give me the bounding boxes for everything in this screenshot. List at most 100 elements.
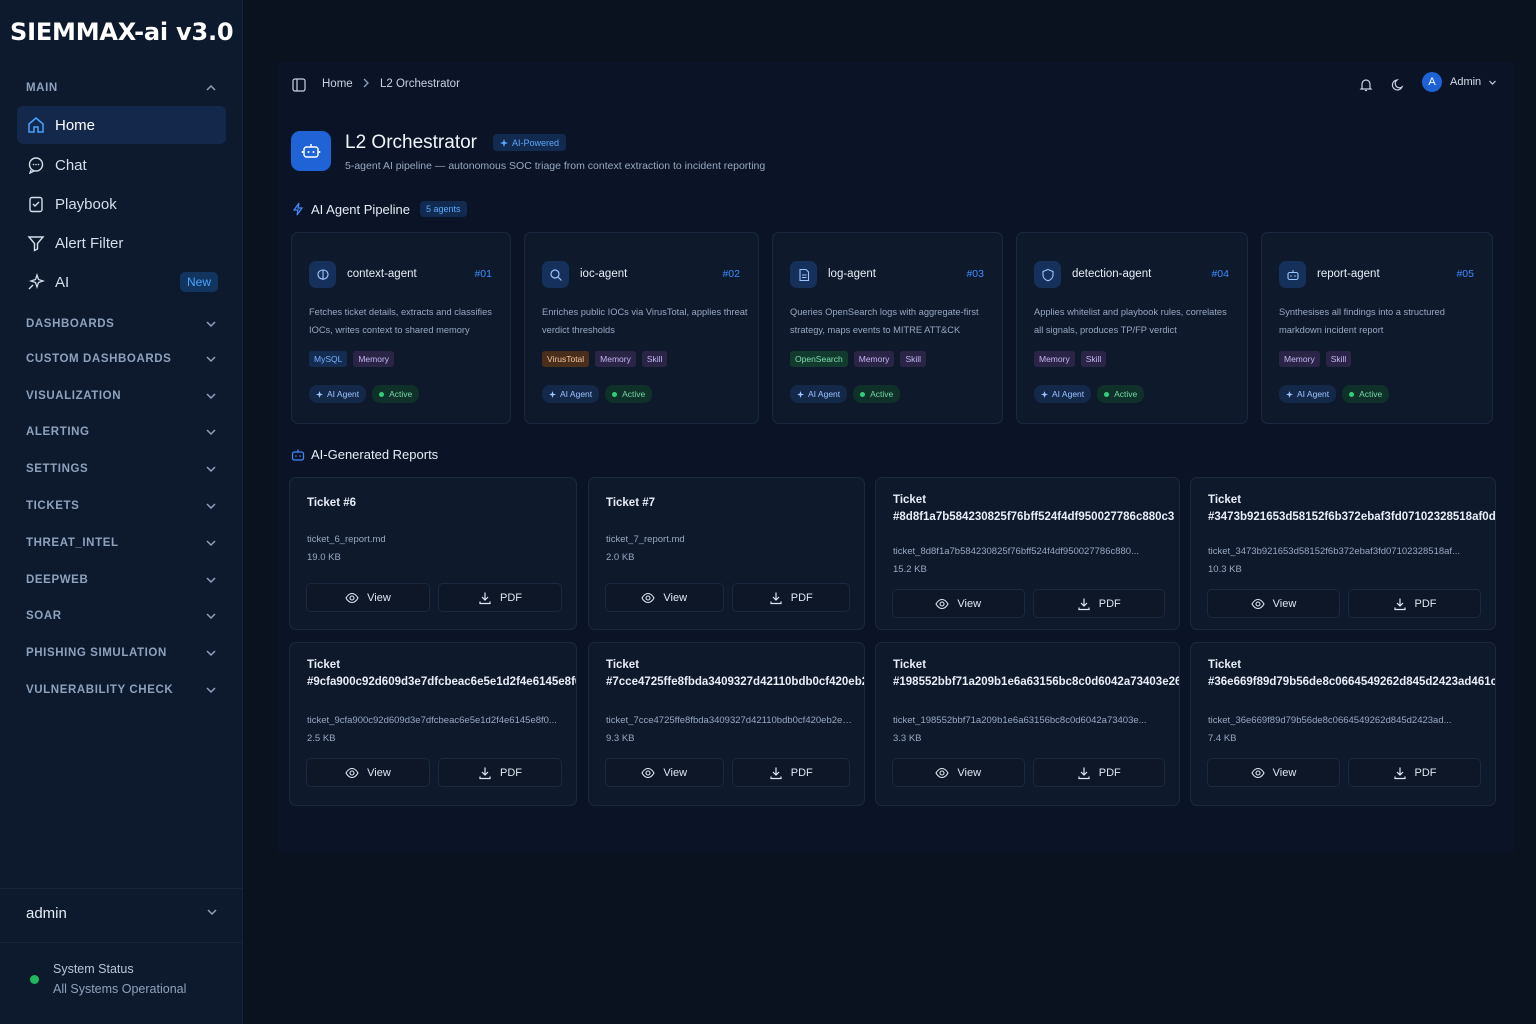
download-icon [769, 591, 783, 605]
view-button-label: View [367, 766, 391, 779]
agent-status-row: AI Agent Active [542, 385, 653, 403]
download-icon [478, 766, 492, 780]
download-pdf-button[interactable]: PDF [438, 583, 562, 612]
reports-section-title: AI-Generated Reports [291, 447, 438, 462]
sidebar-item-ai[interactable]: AI New [17, 263, 226, 301]
bot-icon [1279, 261, 1306, 288]
status-dot [30, 975, 39, 984]
breadcrumb-separator-icon [362, 78, 370, 91]
report-title-line: Ticket [893, 659, 927, 671]
download-pdf-button[interactable]: PDF [1348, 758, 1481, 787]
view-report-button[interactable]: View [306, 583, 430, 612]
report-filesize: 10.3 KB [1208, 564, 1242, 575]
chevron-down-icon [1488, 78, 1497, 87]
view-report-button[interactable]: View [306, 758, 430, 787]
section-label: TICKETS [26, 500, 80, 512]
eye-icon [641, 766, 656, 780]
ai-agent-chip: AI Agent [309, 385, 367, 403]
report-filename: ticket_198552bbf71a209b1e6a63156bc8c0d60… [893, 715, 1147, 726]
chevron-down-icon [204, 499, 218, 513]
agent-card-log-agent[interactable]: log-agent #03 Queries OpenSearch logs with… [772, 232, 1003, 424]
section-custom-dashboards[interactable]: CUSTOM DASHBOARDS [26, 352, 218, 366]
agent-number: #05 [1456, 268, 1474, 280]
sidebar-item-alert-filter[interactable]: Alert Filter [17, 224, 226, 262]
report-ticket-hash: #8d8f1a7b584230825f76bff524f4df950027786… [893, 511, 1175, 523]
chevron-down-icon [204, 536, 218, 550]
chevron-up-icon [204, 81, 218, 95]
download-pdf-button[interactable]: PDF [731, 758, 850, 787]
section-dashboards[interactable]: DASHBOARDS [26, 317, 218, 331]
view-button-label: View [367, 591, 391, 604]
view-report-button[interactable]: View [605, 758, 724, 787]
active-status-chip: Active [1097, 385, 1145, 403]
report-filesize: 9.3 KB [606, 733, 635, 744]
user-menu[interactable]: Admin [1450, 76, 1497, 88]
view-report-button[interactable]: View [892, 758, 1025, 787]
section-visualization[interactable]: VISUALIZATION [26, 389, 218, 403]
agent-card-report-agent[interactable]: report-agent #05 Synthesises all findings … [1261, 232, 1493, 424]
sidebar-item-home[interactable]: Home [17, 106, 226, 144]
breadcrumb-home[interactable]: Home [322, 78, 353, 90]
view-report-button[interactable]: View [605, 583, 724, 612]
bell-icon[interactable] [1358, 77, 1374, 93]
brain-icon [309, 261, 336, 288]
sparkles-icon [1286, 390, 1293, 398]
download-pdf-button[interactable]: PDF [1032, 589, 1165, 618]
tag-memory: Memory [853, 351, 895, 367]
section-settings[interactable]: SETTINGS [26, 462, 218, 476]
agent-card-detection-agent[interactable]: detection-agent #04 Applies whitelist and … [1016, 232, 1248, 424]
sidebar-user-menu[interactable]: admin [26, 905, 218, 922]
sparkles-icon [549, 390, 556, 398]
download-icon [769, 766, 783, 780]
report-title-line: Ticket [893, 494, 927, 506]
tag-skill: Skill [641, 351, 668, 367]
section-label: SETTINGS [26, 463, 89, 475]
view-report-button[interactable]: View [1207, 758, 1340, 787]
download-pdf-button[interactable]: PDF [731, 583, 850, 612]
status-dot [860, 391, 866, 397]
section-threat-intel[interactable]: THREAT_INTEL [26, 536, 218, 550]
section-label: DEEPWEB [26, 574, 89, 586]
agent-tags: Memory Skill [1034, 351, 1107, 367]
active-status-chip: Active [1342, 385, 1390, 403]
view-report-button[interactable]: View [892, 589, 1025, 618]
status-dot [1104, 391, 1110, 397]
pdf-button-label: PDF [1414, 766, 1437, 779]
view-report-button[interactable]: View [1207, 589, 1340, 618]
report-filename: ticket_7cce4725ffe8fbda3409327d42110bdb0… [606, 715, 852, 726]
agent-description: Enriches public IOCs via VirusTotal, app… [542, 307, 748, 335]
report-filename: ticket_9cfa900c92d609d3e7dfcbeac6e5e1d2f… [307, 715, 557, 726]
sidebar-divider [0, 888, 243, 889]
avatar[interactable]: A [1422, 72, 1442, 92]
download-pdf-button[interactable]: PDF [438, 758, 562, 787]
section-deepweb[interactable]: DEEPWEB [26, 573, 218, 587]
section-phishing-simulation[interactable]: PHISHING SIMULATION [26, 646, 218, 660]
view-button-label: View [1272, 597, 1297, 610]
download-pdf-button[interactable]: PDF [1032, 758, 1165, 787]
report-ticket-hash: #7cce4725ffe8fbda3409327d42110bdb0cf420e… [606, 676, 864, 688]
section-alerting[interactable]: ALERTING [26, 425, 218, 439]
agent-card-context-agent[interactable]: context-agent #01 Fetches ticket details, … [291, 232, 511, 424]
active-status-chip: Active [605, 385, 653, 403]
section-vulnerability-check[interactable]: VULNERABILITY CHECK [26, 683, 218, 697]
section-tickets[interactable]: TICKETS [26, 499, 218, 513]
report-card: Ticket #3473b921653d58152f6b372ebaf3fd071… [1190, 477, 1496, 630]
moon-icon[interactable] [1390, 77, 1406, 93]
agent-card-ioc-agent[interactable]: ioc-agent #02 Enriches public IOCs via Vir… [524, 232, 759, 424]
page-subtitle: 5-agent AI pipeline — autonomous SOC tri… [345, 160, 766, 172]
download-pdf-button[interactable]: PDF [1348, 589, 1481, 618]
section-label: CUSTOM DASHBOARDS [26, 353, 172, 365]
eye-icon [935, 766, 950, 780]
agent-tags: VirusTotal Memory Skill [542, 351, 668, 367]
agent-status-row: AI Agent Active [1034, 385, 1145, 403]
section-label: DASHBOARDS [26, 318, 115, 330]
pdf-button-label: PDF [1098, 766, 1121, 779]
section-soar[interactable]: SOAR [26, 609, 218, 623]
sparkles-icon [1041, 390, 1048, 398]
sidebar-toggle-icon[interactable] [291, 77, 307, 93]
sidebar-item-playbook[interactable]: Playbook [17, 185, 226, 223]
section-main[interactable]: MAIN [26, 81, 218, 95]
active-status-chip: Active [372, 385, 420, 403]
report-card: Ticket #7cce4725ffe8fbda3409327d42110bdb0… [588, 642, 865, 806]
sidebar-item-chat[interactable]: Chat [17, 146, 226, 184]
